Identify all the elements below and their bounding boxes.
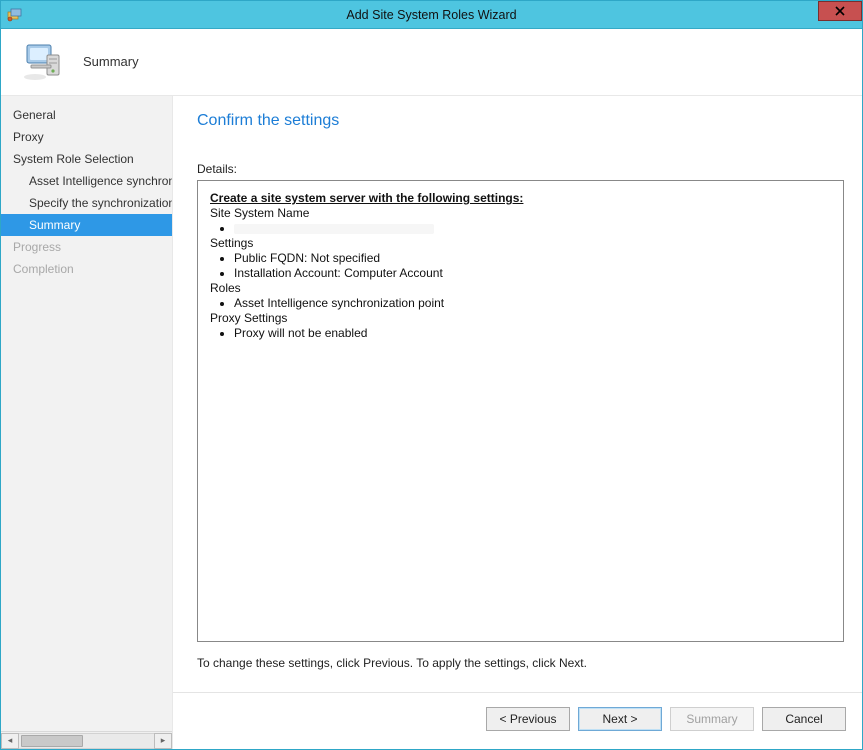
instruction-text: To change these settings, click Previous… [197,642,844,682]
details-group-list: Proxy will not be enabled [234,326,831,341]
sidebar-item-proxy[interactable]: Proxy [1,126,172,148]
sidebar: General Proxy System Role Selection Asse… [1,96,173,749]
details-item: Asset Intelligence synchronization point [234,296,831,311]
details-group-list [234,221,831,236]
details-group-title: Site System Name [210,206,831,221]
section-title: Confirm the settings [197,112,844,130]
split-container: General Proxy System Role Selection Asse… [1,95,862,749]
details-group-title: Roles [210,281,831,296]
window-title: Add Site System Roles Wizard [1,8,862,22]
details-item: Installation Account: Computer Account [234,266,831,281]
wizard-window: Add Site System Roles Wizard [0,0,863,750]
scroll-thumb[interactable] [21,735,83,747]
details-group-title: Settings [210,236,831,251]
sidebar-hscrollbar[interactable]: ◂ ▸ [1,731,172,749]
client-area: Summary General Proxy System Role Select… [1,29,862,749]
summary-button: Summary [670,707,754,731]
sidebar-item-progress: Progress [1,236,172,258]
details-label: Details: [197,162,844,176]
scroll-left-button[interactable]: ◂ [1,733,19,749]
next-button[interactable]: Next > [578,707,662,731]
app-icon [5,5,25,25]
scroll-right-button[interactable]: ▸ [154,733,172,749]
close-button[interactable] [818,1,862,21]
previous-button[interactable]: < Previous [486,707,570,731]
details-box[interactable]: Create a site system server with the fol… [197,180,844,642]
details-group-list: Asset Intelligence synchronization point [234,296,831,311]
details-item: Proxy will not be enabled [234,326,831,341]
sidebar-item-asset-intel-sync[interactable]: Asset Intelligence synchronization point [1,170,172,192]
scroll-track[interactable] [19,733,154,749]
content-area: Confirm the settings Details: Create a s… [173,96,862,692]
details-group-title: Proxy Settings [210,311,831,326]
sidebar-item-completion: Completion [1,258,172,280]
titlebar: Add Site System Roles Wizard [1,1,862,29]
details-item: Public FQDN: Not specified [234,251,831,266]
sidebar-item-role-selection[interactable]: System Role Selection [1,148,172,170]
page-title: Summary [83,54,139,69]
details-heading: Create a site system server with the fol… [210,191,831,206]
computer-icon [23,41,65,83]
main-panel: Confirm the settings Details: Create a s… [173,96,862,749]
details-item [234,221,831,236]
wizard-header: Summary [1,29,862,95]
button-bar: < Previous Next > Summary Cancel [173,692,862,749]
sidebar-item-specify-sync[interactable]: Specify the synchronization settings [1,192,172,214]
nav-list: General Proxy System Role Selection Asse… [1,96,172,731]
cancel-button[interactable]: Cancel [762,707,846,731]
redacted-value [234,224,434,234]
sidebar-item-general[interactable]: General [1,104,172,126]
sidebar-item-summary[interactable]: Summary [1,214,172,236]
details-group-list: Public FQDN: Not specified Installation … [234,251,831,281]
